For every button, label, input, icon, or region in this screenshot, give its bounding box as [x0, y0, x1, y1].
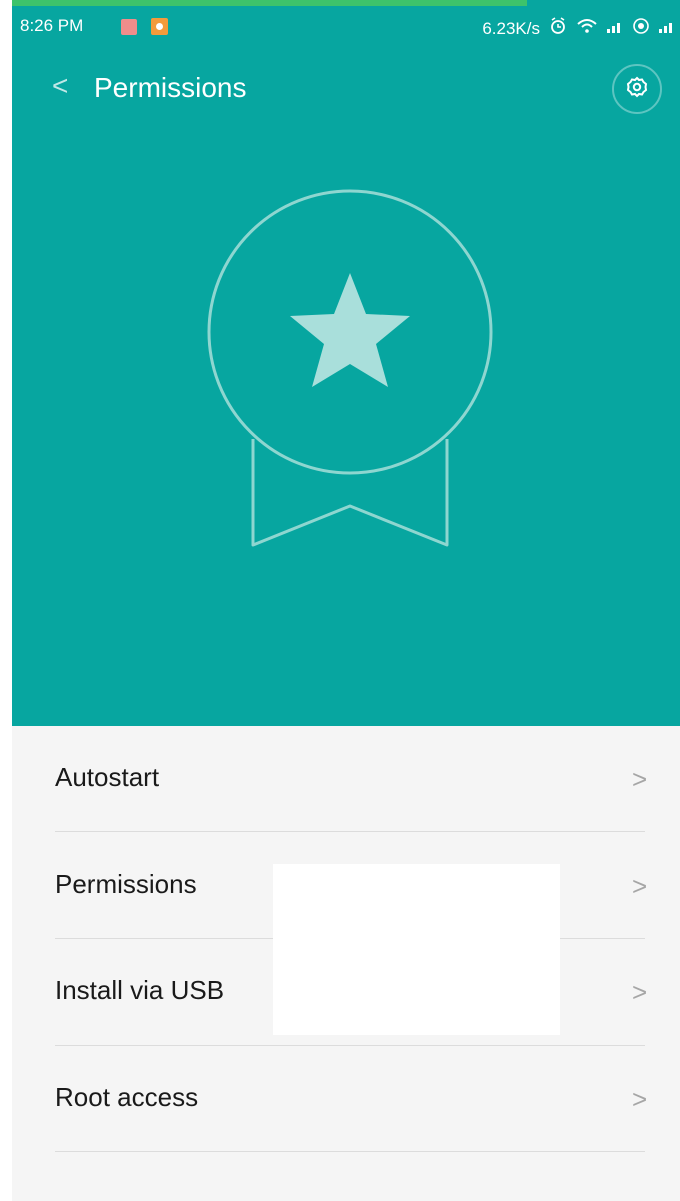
alarm-clock-icon	[548, 16, 568, 41]
chevron-right-icon: >	[632, 764, 648, 794]
award-star-badge-icon	[207, 189, 493, 547]
signal-icon	[658, 18, 676, 39]
settings-button[interactable]	[612, 64, 662, 114]
chevron-right-icon: >	[632, 1084, 648, 1114]
chevron-right-icon: >	[632, 871, 648, 901]
back-button[interactable]: <	[52, 72, 68, 100]
chevron-right-icon: >	[632, 977, 648, 1007]
permissions-label: Permissions	[55, 869, 197, 899]
page-title: Permissions	[94, 72, 247, 103]
autostart-item[interactable]: Autostart >	[12, 726, 680, 831]
notification-icon	[151, 18, 168, 35]
screen: 8:26 PM 6.23K/s < Permissions Autostart …	[0, 0, 680, 1201]
white-overlay	[273, 864, 560, 1035]
signal-icon	[606, 18, 624, 39]
root-access-label: Root access	[55, 1082, 199, 1112]
autostart-label: Autostart	[55, 762, 160, 792]
header: < Permissions	[12, 50, 680, 120]
sync-icon	[632, 17, 650, 40]
divider	[55, 1151, 645, 1152]
install-via-usb-label: Install via USB	[55, 975, 225, 1005]
network-speed: 6.23K/s	[482, 18, 540, 38]
root-access-item[interactable]: Root access >	[12, 1046, 680, 1151]
wifi-icon	[576, 18, 598, 39]
status-time: 8:26 PM	[20, 16, 84, 35]
gear-icon	[625, 75, 649, 104]
notification-icon	[121, 19, 137, 35]
chevron-left-icon: <	[52, 70, 69, 101]
divider	[55, 831, 645, 832]
status-bar: 8:26 PM 6.23K/s	[12, 6, 680, 50]
status-right-icons: 6.23K/s	[482, 16, 680, 41]
